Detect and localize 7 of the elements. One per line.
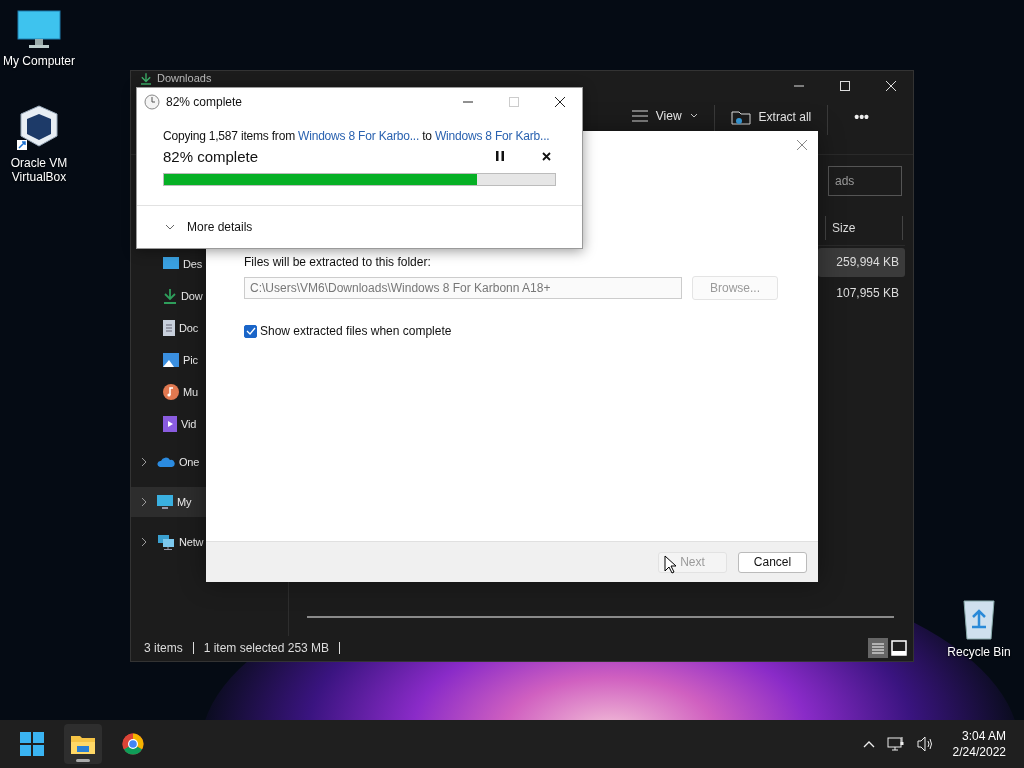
- window-title: Downloads: [157, 72, 212, 85]
- folder-label: Files will be extracted to this folder:: [244, 255, 432, 269]
- progress-heading: 82% complete: [163, 147, 260, 165]
- copy-status-text: Copying 1,587 items from Windows 8 For Karbo... to Windows 8 For Karb...: [163, 129, 551, 143]
- dialog-title: 82% complete: [166, 95, 243, 109]
- item-count: 3 items: [144, 641, 183, 655]
- selection-info: 1 item selected 253 MB: [203, 641, 330, 655]
